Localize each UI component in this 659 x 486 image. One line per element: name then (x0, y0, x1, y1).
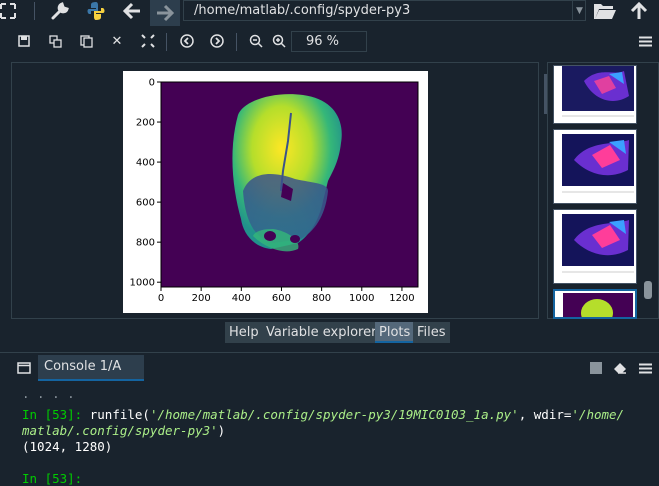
splitter-handle[interactable] (544, 74, 547, 114)
x-tick-label: 0 (158, 293, 164, 304)
x-tick-label: 1200 (389, 293, 414, 304)
plot-thumbnail[interactable] (553, 65, 637, 124)
command-text: runfile( (82, 407, 150, 422)
console-output: (1024, 1280) (22, 439, 113, 454)
zoom-out-icon[interactable] (247, 32, 265, 50)
command-string: matlab/.config/spyder-py3' (22, 423, 218, 438)
up-arrow-icon[interactable] (627, 0, 651, 22)
console-command-line: In [53]: runfile('/home/matlab/.config/s… (22, 407, 624, 422)
command-text: , wdir= (518, 407, 572, 422)
copy-icon[interactable] (78, 33, 94, 49)
console-prompt-label: In [53]: (22, 471, 83, 486)
stop-icon[interactable] (588, 360, 604, 376)
close-icon[interactable]: ✕ (109, 33, 125, 49)
tab-plots[interactable]: Plots (375, 322, 415, 343)
window-icon[interactable] (15, 360, 33, 376)
folder-icon[interactable] (592, 0, 618, 22)
console-prompt[interactable]: In [53]: (22, 471, 82, 486)
options-menu-icon[interactable] (636, 32, 654, 50)
save-all-icon[interactable] (47, 33, 63, 49)
y-tick-label: 800 (136, 238, 155, 249)
x-tick-label: 400 (232, 293, 251, 304)
y-axis: 0 200 400 600 800 1000 (130, 78, 161, 289)
console-command-continuation: matlab/.config/spyder-py3') (22, 423, 225, 438)
image-plot: 0 200 400 600 800 1000 1200 0 200 400 600 800 1000 (130, 78, 419, 304)
console-tab[interactable]: Console 1/A (38, 355, 144, 381)
command-string: '/home/matlab/.config/spyder-py3/19MIC01… (149, 407, 519, 422)
command-string: '/home/ (571, 407, 625, 422)
tab-variable-explorer[interactable]: Variable explorer (262, 322, 381, 343)
y-tick-label: 1000 (130, 278, 155, 289)
working-directory-input[interactable]: /home/matlab/.config/spyder-py3 (183, 0, 586, 21)
y-tick-label: 600 (136, 198, 155, 209)
tab-help[interactable]: Help (225, 322, 263, 343)
thumbnails-scrollbar[interactable] (644, 281, 652, 299)
y-tick-label: 400 (136, 158, 155, 169)
zoom-in-icon[interactable] (270, 32, 288, 50)
toolbar-separator (34, 2, 35, 20)
figure-canvas: 0 200 400 600 800 1000 1200 0 200 400 600 800 1000 (123, 71, 428, 313)
save-icon[interactable] (16, 33, 32, 49)
x-tick-label: 800 (312, 293, 331, 304)
chevron-down-icon[interactable]: ▼ (572, 0, 586, 21)
previous-plot-icon[interactable] (178, 32, 196, 50)
python-icon[interactable] (85, 0, 107, 22)
clipped-previous-line: . . . . (22, 386, 75, 401)
x-tick-label: 1000 (349, 293, 374, 304)
back-arrow-icon[interactable] (121, 0, 143, 22)
console-options-icon[interactable] (636, 360, 654, 376)
plot-thumbnail-selected[interactable] (553, 289, 637, 319)
x-tick-label: 600 (272, 293, 291, 304)
toolbar-separator (236, 33, 237, 51)
tab-files[interactable]: Files (413, 322, 450, 343)
console-prompt: In [53]: (22, 407, 83, 422)
zoom-input[interactable]: 96 % (291, 31, 367, 52)
x-axis: 0 200 400 600 800 1000 1200 (158, 287, 415, 304)
y-tick-label: 0 (149, 78, 155, 89)
eraser-icon[interactable] (611, 360, 629, 376)
plot-thumbnail[interactable] (553, 209, 637, 284)
wrench-icon[interactable] (48, 0, 72, 22)
x-tick-label: 200 (192, 293, 211, 304)
maximize-pane-icon[interactable] (0, 0, 16, 21)
forward-arrow-icon[interactable] (150, 0, 180, 26)
toolbar-separator (166, 33, 167, 51)
next-plot-icon[interactable] (208, 32, 226, 50)
command-text: ) (217, 423, 226, 438)
ipython-console[interactable]: . . . . In [53]: runfile('/home/matlab/.… (0, 383, 659, 486)
y-tick-label: 200 (136, 118, 155, 129)
close-all-icon[interactable] (140, 33, 156, 49)
plot-thumbnail[interactable] (553, 129, 637, 204)
